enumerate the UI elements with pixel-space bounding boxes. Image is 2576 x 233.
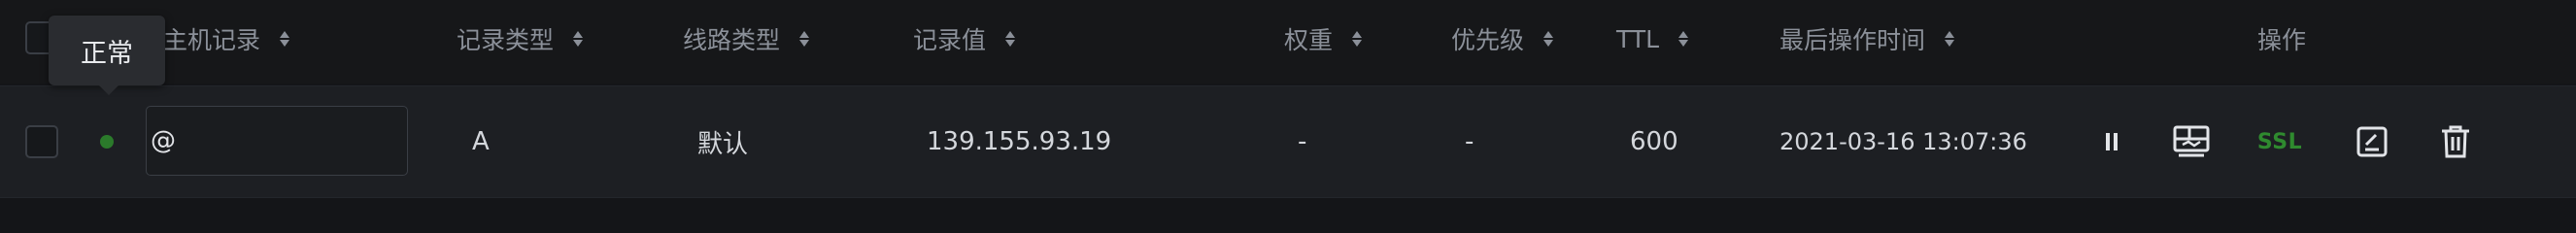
monitor-button[interactable] [2172,86,2211,197]
row-checkbox[interactable] [25,125,58,158]
col-ttl-label: TTL [1616,24,1660,53]
col-weight-label: 权重 [1284,26,1334,54]
table-row: @ A 默认 139.155.93.19 - - 600 2021-03-16 … [0,85,2576,198]
col-line-type-label: 线路类型 [683,26,781,54]
sort-icon[interactable] [1542,28,1555,50]
col-record-type[interactable]: 记录类型 [457,0,585,78]
sort-icon[interactable] [278,28,291,50]
status-tooltip: 正常 [49,16,165,95]
ttl-cell: 600 [1630,86,1678,197]
delete-button[interactable] [2436,86,2475,197]
edit-icon [2356,126,2388,157]
sort-icon[interactable] [1350,28,1364,50]
ssl-button[interactable]: SSL [2255,86,2304,197]
col-actions: 操作 [2257,0,2306,78]
col-ttl[interactable]: TTL [1616,0,1690,78]
record-type-cell: A [472,86,490,197]
record-type-value: A [472,127,490,156]
col-line-type[interactable]: 线路类型 [683,0,811,78]
pause-button[interactable] [2096,86,2127,197]
record-value: 139.155.93.19 [927,127,1112,156]
status-tooltip-text: 正常 [81,38,133,69]
weight-cell: - [1298,86,1306,197]
col-priority[interactable]: 优先级 [1451,0,1555,78]
table-header: 主机记录 记录类型 线路类型 记录值 权重 优先级 TTL 最后操作时间 操作 [0,0,2576,83]
dns-record-table: 主机记录 记录类型 线路类型 记录值 权重 优先级 TTL 最后操作时间 操作 … [0,0,2576,208]
weight-value: - [1298,127,1307,156]
sort-icon[interactable] [1003,28,1017,50]
sort-icon[interactable] [797,28,811,50]
col-host-record-label: 主机记录 [163,26,261,54]
col-record-value[interactable]: 记录值 [913,0,1017,78]
dashboard-icon [2173,125,2210,157]
line-type-cell: 默认 [697,86,748,197]
col-host-record[interactable]: 主机记录 [163,0,291,78]
status-dot [100,135,114,149]
record-value-cell: 139.155.93.19 [927,86,1111,197]
ssl-label: SSL [2256,129,2303,154]
col-record-type-label: 记录类型 [457,26,555,54]
time-cell: 2021-03-16 13:07:36 [1779,86,2027,197]
col-actions-label: 操作 [2257,26,2307,54]
pause-icon [2106,133,2118,150]
sort-icon[interactable] [1677,28,1690,50]
sort-icon[interactable] [571,28,585,50]
col-record-value-label: 记录值 [913,26,987,54]
line-type-value: 默认 [697,129,749,159]
host-record-input[interactable]: @ [146,106,408,176]
sort-icon[interactable] [1943,28,1956,50]
col-priority-label: 优先级 [1451,26,1525,54]
host-record-value: @ [151,126,176,155]
priority-cell: - [1465,86,1474,197]
col-weight[interactable]: 权重 [1284,0,1364,78]
edit-button[interactable] [2353,86,2391,197]
col-last-op-time-label: 最后操作时间 [1779,26,1926,54]
priority-value: - [1465,127,1474,156]
last-op-time-value: 2021-03-16 13:07:36 [1779,128,2027,155]
ttl-value: 600 [1630,127,1678,156]
col-last-op-time[interactable]: 最后操作时间 [1779,0,1956,78]
trash-icon [2442,125,2469,158]
